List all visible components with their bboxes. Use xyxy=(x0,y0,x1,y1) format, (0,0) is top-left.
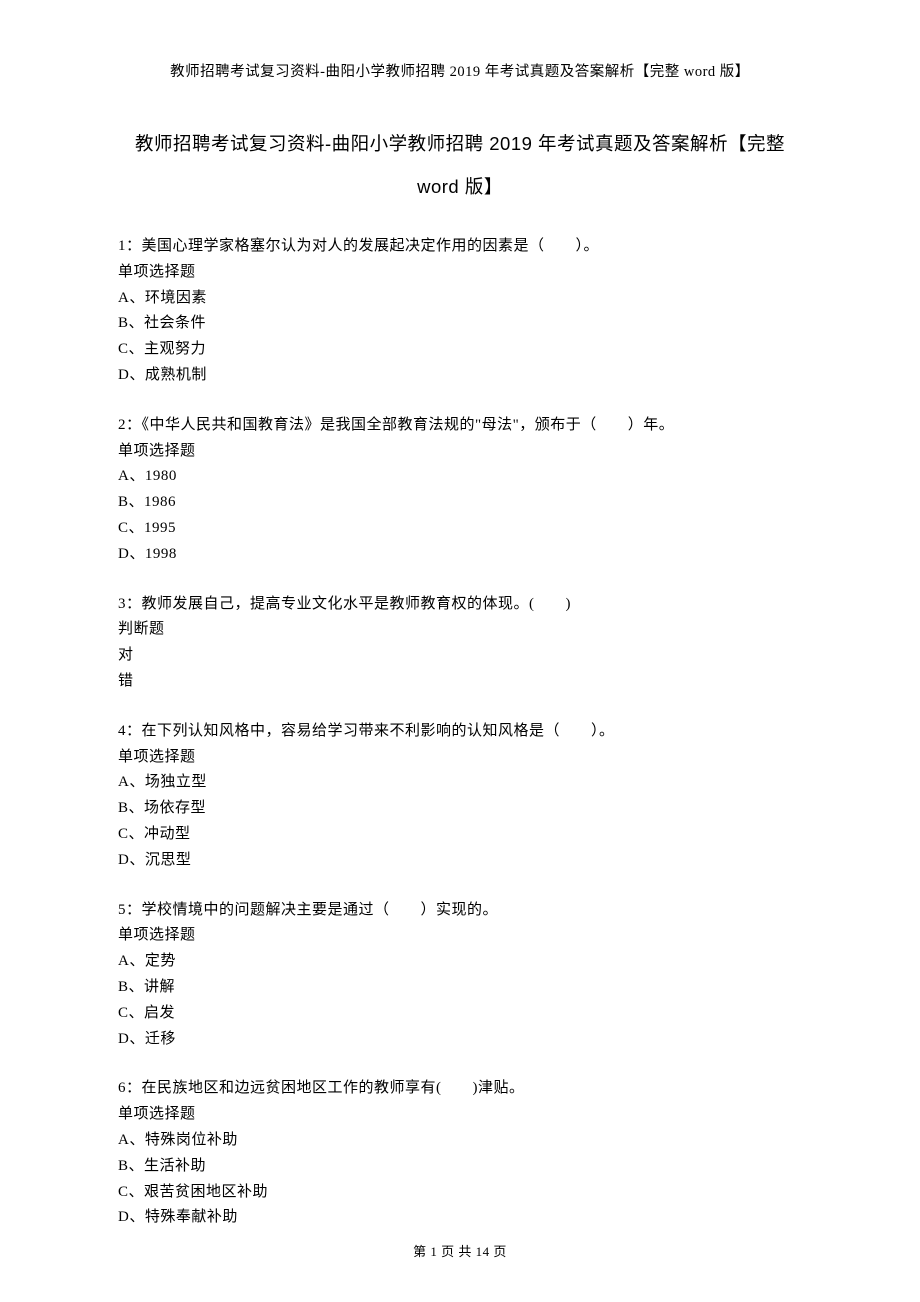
question-prompt: 4：在下列认知风格中，容易给学习带来不利影响的认知风格是（ ）。 xyxy=(118,719,802,745)
question-option: C、1995 xyxy=(118,516,802,542)
question-prompt: 6：在民族地区和边远贫困地区工作的教师享有( )津贴。 xyxy=(118,1076,802,1102)
question-option: A、场独立型 xyxy=(118,770,802,796)
document-page: 教师招聘考试复习资料-曲阳小学教师招聘 2019 年考试真题及答案解析【完整 w… xyxy=(0,0,920,1231)
question-prompt: 5：学校情境中的问题解决主要是通过（ ）实现的。 xyxy=(118,898,802,924)
question-type: 单项选择题 xyxy=(118,745,802,771)
question-type: 判断题 xyxy=(118,617,802,643)
question-option: B、社会条件 xyxy=(118,311,802,337)
question-prompt: 3：教师发展自己，提高专业文化水平是教师教育权的体现。( ) xyxy=(118,592,802,618)
question-option: C、冲动型 xyxy=(118,822,802,848)
question-prompt: 2：《中华人民共和国教育法》是我国全部教育法规的"母法"，颁布于（ ）年。 xyxy=(118,413,802,439)
page-footer: 第 1 页 共 14 页 xyxy=(0,1241,920,1260)
question-option: D、特殊奉献补助 xyxy=(118,1205,802,1231)
question-option: A、特殊岗位补助 xyxy=(118,1128,802,1154)
question-5: 5：学校情境中的问题解决主要是通过（ ）实现的。 单项选择题 A、定势 B、讲解… xyxy=(118,898,802,1053)
question-1: 1：美国心理学家格塞尔认为对人的发展起决定作用的因素是（ ）。 单项选择题 A、… xyxy=(118,234,802,389)
question-option: D、沉思型 xyxy=(118,848,802,874)
title-line-2: word 版】 xyxy=(417,176,503,197)
question-option: C、启发 xyxy=(118,1001,802,1027)
question-option: B、1986 xyxy=(118,490,802,516)
question-6: 6：在民族地区和边远贫困地区工作的教师享有( )津贴。 单项选择题 A、特殊岗位… xyxy=(118,1076,802,1231)
title-line-1: 教师招聘考试复习资料-曲阳小学教师招聘 2019 年考试真题及答案解析【完整 xyxy=(135,133,785,154)
question-type: 单项选择题 xyxy=(118,1102,802,1128)
question-option: C、主观努力 xyxy=(118,337,802,363)
question-option: D、迁移 xyxy=(118,1027,802,1053)
question-prompt: 1：美国心理学家格塞尔认为对人的发展起决定作用的因素是（ ）。 xyxy=(118,234,802,260)
question-type: 单项选择题 xyxy=(118,439,802,465)
question-2: 2：《中华人民共和国教育法》是我国全部教育法规的"母法"，颁布于（ ）年。 单项… xyxy=(118,413,802,568)
page-header: 教师招聘考试复习资料-曲阳小学教师招聘 2019 年考试真题及答案解析【完整 w… xyxy=(118,60,802,81)
question-option: 对 xyxy=(118,643,802,669)
question-option: B、生活补助 xyxy=(118,1154,802,1180)
question-option: A、1980 xyxy=(118,464,802,490)
question-option: 错 xyxy=(118,669,802,695)
question-option: B、讲解 xyxy=(118,975,802,1001)
question-option: D、成熟机制 xyxy=(118,363,802,389)
question-type: 单项选择题 xyxy=(118,260,802,286)
question-option: D、1998 xyxy=(118,542,802,568)
question-4: 4：在下列认知风格中，容易给学习带来不利影响的认知风格是（ ）。 单项选择题 A… xyxy=(118,719,802,874)
document-title: 教师招聘考试复习资料-曲阳小学教师招聘 2019 年考试真题及答案解析【完整 w… xyxy=(118,123,802,208)
question-type: 单项选择题 xyxy=(118,923,802,949)
question-option: A、环境因素 xyxy=(118,286,802,312)
question-option: A、定势 xyxy=(118,949,802,975)
question-3: 3：教师发展自己，提高专业文化水平是教师教育权的体现。( ) 判断题 对 错 xyxy=(118,592,802,695)
question-option: B、场依存型 xyxy=(118,796,802,822)
question-option: C、艰苦贫困地区补助 xyxy=(118,1180,802,1206)
